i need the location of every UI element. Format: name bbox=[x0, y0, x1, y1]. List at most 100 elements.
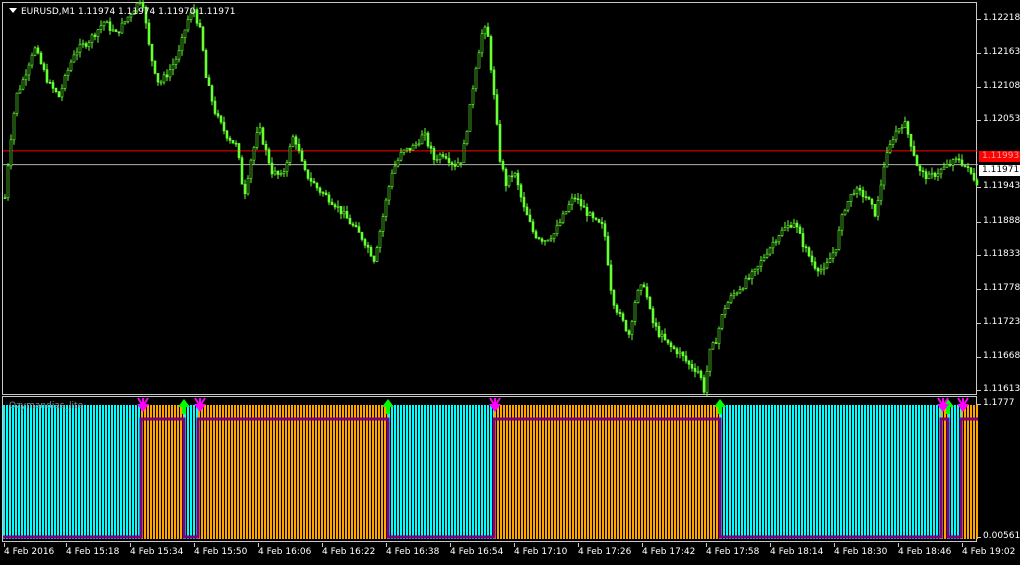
candle-body bbox=[111, 29, 115, 32]
candle-body bbox=[840, 214, 844, 231]
candle bbox=[762, 254, 766, 262]
candle bbox=[201, 25, 205, 52]
histogram-bar bbox=[545, 405, 547, 539]
price-label: 1.12108 bbox=[976, 81, 1020, 91]
candle-body bbox=[912, 146, 916, 156]
indicator-panel[interactable]: Ozymandias_lite bbox=[2, 396, 978, 542]
histogram-bar bbox=[575, 405, 577, 539]
candle bbox=[363, 237, 367, 249]
candle-body bbox=[618, 312, 622, 315]
candle bbox=[219, 114, 223, 125]
candle-body bbox=[642, 284, 646, 288]
price-chart-panel[interactable]: EURUSD,M1 1.11974 1.11974 1.11970 1.1197… bbox=[2, 0, 979, 397]
candle-body bbox=[867, 196, 871, 200]
histogram-bar bbox=[9, 405, 11, 539]
time-label: 4 Feb 15:34 bbox=[130, 543, 184, 557]
histogram-bar bbox=[6, 405, 8, 539]
candle-body bbox=[873, 204, 877, 217]
candle bbox=[957, 153, 961, 164]
histogram-bar bbox=[786, 405, 788, 539]
histogram-bar bbox=[75, 405, 77, 539]
candle-body bbox=[42, 63, 46, 70]
candle bbox=[474, 66, 478, 92]
histogram-bar bbox=[738, 405, 740, 539]
candle bbox=[342, 206, 346, 219]
candle-body bbox=[84, 43, 88, 47]
price-axis[interactable]: 1.12218 1.12163 1.12108 1.12053 1.11943 … bbox=[976, 0, 1020, 545]
candle-body bbox=[972, 172, 976, 181]
candle-body bbox=[408, 147, 412, 151]
histogram-bar bbox=[689, 405, 691, 539]
candle bbox=[351, 221, 355, 228]
histogram-bar bbox=[704, 405, 706, 539]
histogram-bar bbox=[297, 405, 299, 539]
price-label: 1.11833 bbox=[976, 249, 1020, 259]
candle-body bbox=[426, 132, 430, 147]
histogram-bar bbox=[237, 405, 239, 539]
histogram-bar bbox=[436, 405, 438, 539]
candle-body bbox=[582, 205, 586, 208]
candle-body bbox=[942, 166, 946, 170]
histogram-bar bbox=[569, 405, 571, 539]
candle-body bbox=[630, 320, 634, 335]
histogram-bar bbox=[225, 405, 227, 539]
candle bbox=[657, 321, 661, 339]
candle-body bbox=[837, 229, 841, 250]
candle-body bbox=[453, 164, 457, 167]
candle-body bbox=[201, 26, 205, 51]
candle-body bbox=[558, 222, 562, 226]
histogram-bar bbox=[345, 405, 347, 539]
candle bbox=[945, 159, 949, 168]
candle-body bbox=[72, 54, 76, 63]
indicator-name: Ozymandias_lite bbox=[9, 401, 84, 411]
candle-body bbox=[441, 154, 445, 157]
candle-body bbox=[786, 225, 790, 229]
candle bbox=[6, 163, 10, 201]
candle-body bbox=[93, 34, 97, 37]
histogram-bar bbox=[15, 405, 17, 539]
price-label: 1.12163 bbox=[976, 47, 1020, 57]
candle-body bbox=[87, 42, 91, 47]
histogram-bar bbox=[372, 405, 374, 539]
candle bbox=[672, 344, 676, 350]
histogram-bar bbox=[120, 405, 122, 539]
candle bbox=[174, 56, 178, 69]
candle bbox=[885, 146, 889, 168]
histogram-bar bbox=[762, 405, 764, 539]
candle bbox=[882, 161, 886, 190]
candle-body bbox=[48, 81, 52, 84]
candle bbox=[597, 218, 601, 223]
candle bbox=[237, 142, 241, 161]
candle bbox=[837, 226, 841, 251]
candle-body bbox=[891, 139, 895, 145]
candle-body bbox=[315, 182, 319, 189]
histogram-bar bbox=[927, 405, 929, 539]
histogram-bar bbox=[105, 405, 107, 539]
candle bbox=[51, 79, 55, 94]
candle bbox=[879, 179, 883, 206]
candle bbox=[732, 289, 736, 300]
symbol-header[interactable]: EURUSD,M1 1.11974 1.11974 1.11970 1.1197… bbox=[9, 7, 235, 17]
candle bbox=[903, 116, 907, 129]
candle-body bbox=[783, 227, 787, 231]
candle-body bbox=[309, 178, 313, 182]
candle-body bbox=[393, 165, 397, 174]
candle bbox=[492, 66, 496, 100]
histogram-bar bbox=[78, 405, 80, 539]
candle bbox=[111, 24, 115, 32]
time-axis[interactable]: 4 Feb 2016 4 Feb 15:18 4 Feb 15:34 4 Feb… bbox=[0, 543, 1020, 565]
chart-window[interactable]: EURUSD,M1 1.11974 1.11974 1.11970 1.1197… bbox=[0, 0, 1020, 565]
candle-body bbox=[909, 133, 913, 147]
candle bbox=[99, 20, 103, 34]
candle-body bbox=[831, 252, 835, 259]
histogram-bar bbox=[321, 405, 323, 539]
candle bbox=[42, 61, 46, 72]
candle-body bbox=[279, 173, 283, 175]
dropdown-triangle-icon[interactable] bbox=[9, 8, 17, 13]
candle bbox=[531, 218, 535, 234]
candle-body bbox=[24, 74, 28, 81]
candle-body bbox=[414, 143, 418, 146]
histogram-bar bbox=[512, 405, 514, 539]
candle-body bbox=[18, 88, 22, 94]
candle-body bbox=[894, 130, 898, 141]
